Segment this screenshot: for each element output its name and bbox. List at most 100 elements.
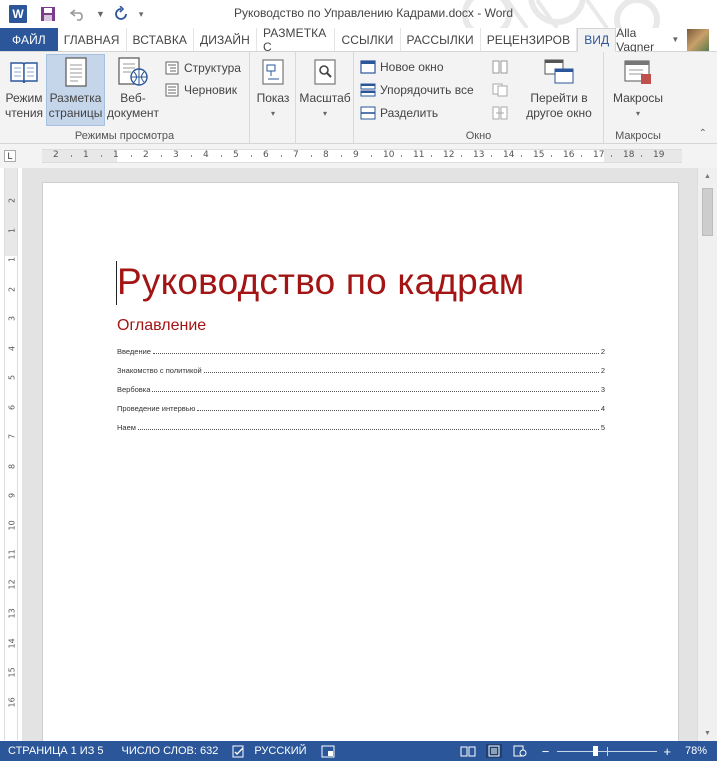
user-account[interactable]: Alla Vagner ▼ [616,26,717,54]
book-icon [7,55,41,89]
redo-icon[interactable] [109,3,133,25]
document-title[interactable]: Руководство по кадрам [117,261,524,303]
group-window: Новое окно Упорядочить все Разделить Пер… [354,52,604,144]
ruler-number: 1 [7,256,17,263]
outline-button[interactable]: Структура [164,58,241,78]
tab-layout[interactable]: РАЗМЕТКА С [257,26,336,54]
zoom-slider[interactable] [557,744,658,758]
word-app-icon[interactable]: W [6,3,30,25]
toc-entry-page: 2 [600,347,605,356]
ruler-number: 11 [7,549,17,560]
tab-mailings[interactable]: РАССЫЛКИ [401,28,481,51]
ruler-number: 12 [7,578,17,589]
macros-icon [621,55,655,89]
sync-scrolling-button[interactable] [492,80,512,100]
ruler-number: 5 [233,150,239,160]
ruler-number: 2 [143,150,149,160]
show-button[interactable]: Показ ▾ [255,55,291,121]
document-page[interactable]: Руководство по кадрам Оглавление Введени… [42,182,679,741]
group-views: Режим чтения Разметка страницы Веб- доку… [0,52,250,144]
ruler-number: 2 [7,286,17,292]
toc-entry-text: Знакомство с политикой [117,366,202,375]
ruler-number: 14 [7,637,17,648]
toc-heading[interactable]: Оглавление [117,317,206,335]
ruler-number: 9 [353,150,359,160]
zoom-slider-knob[interactable] [593,746,599,756]
scroll-down-icon[interactable]: ▼ [698,725,717,741]
view-side-by-side-button[interactable] [492,57,512,77]
print-layout-button[interactable]: Разметка страницы [46,54,105,126]
tab-references[interactable]: ССЫЛКИ [335,28,401,51]
scroll-thumb[interactable] [702,188,713,236]
side-by-side-icon [492,59,508,75]
outline-label: Структура [184,61,241,75]
switch-windows-label-2: другое окно [526,106,592,120]
proofing-icon[interactable] [232,745,246,758]
avatar [687,28,709,51]
tab-review[interactable]: РЕЦЕНЗИРОВ [481,28,578,51]
ruler-number: 15 [533,150,545,160]
group-macros: Макросы ▾ Макросы [604,52,672,144]
ruler-number: 15 [7,667,17,678]
macro-record-icon[interactable] [321,745,335,758]
group-show: Показ ▾ [250,52,296,144]
collapse-ribbon-icon[interactable]: ⌃ [699,128,707,139]
arrange-all-button[interactable]: Упорядочить все [360,80,474,100]
horizontal-ruler[interactable]: 2 1 1 2 3 4 5 6 7 8 9 10 11 12 13 14 15 16 17 18 19 [42,149,682,163]
ruler-number: 8 [323,150,329,160]
vertical-ruler[interactable]: 2 1 1 2 3 4 5 6 7 8 9 10 11 12 13 14 15 16 [4,168,18,740]
ruler-number: 13 [7,608,17,619]
toc-entry[interactable]: Знакомство с политикой 2 [117,356,605,375]
split-label: Разделить [380,106,439,120]
scroll-up-icon[interactable]: ▲ [698,168,717,184]
tab-view[interactable]: ВИД [577,28,617,52]
toc-entry-page: 4 [600,404,605,413]
ruler-number: 1 [113,150,119,160]
tab-file[interactable]: ФАЙЛ [0,28,58,51]
tab-selector-icon[interactable]: L [4,150,16,162]
zoom-level[interactable]: 78% [685,745,707,757]
tab-insert[interactable]: ВСТАВКА [127,28,195,51]
vertical-scrollbar[interactable]: ▲ ▼ [697,168,717,741]
switch-windows-label-1: Перейти в [530,91,588,105]
toc-entry[interactable]: Наем 5 [117,413,605,432]
web-layout-button[interactable]: Веб- документ [107,55,159,121]
draft-button[interactable]: Черновик [164,80,237,100]
language[interactable]: РУССКИЙ [254,745,306,757]
word-count[interactable]: ЧИСЛО СЛОВ: 632 [122,745,219,757]
show-icon [256,55,290,89]
print-layout-view-icon[interactable] [485,744,502,758]
split-button[interactable]: Разделить [360,103,438,123]
toc-entry-text: Вербовка [117,385,151,394]
zoom-in-icon[interactable]: + [663,744,671,759]
toc-entry[interactable]: Проведение интервью 4 [117,394,605,413]
undo-icon[interactable] [66,3,90,25]
tab-home[interactable]: ГЛАВНАЯ [58,28,127,51]
toc-entry-text: Введение [117,347,151,356]
save-icon[interactable] [36,3,60,25]
web-layout-view-icon[interactable] [512,744,528,758]
ruler-number: 10 [383,150,395,160]
zoom-button[interactable]: Масштаб ▾ [298,55,352,121]
page-count[interactable]: СТРАНИЦА 1 ИЗ 5 [8,745,104,757]
toc-entry[interactable]: Вербовка 3 [117,375,605,394]
customize-qat-icon[interactable]: ▾ [139,9,144,20]
toc-entry[interactable]: Введение 2 [117,337,605,356]
reset-window-position-button[interactable] [492,103,512,123]
undo-dropdown-icon[interactable]: ▼ [96,9,105,19]
read-mode-view-icon[interactable] [460,744,476,758]
tab-design[interactable]: ДИЗАЙН [194,28,257,51]
arrange-all-icon [360,82,376,98]
web-layout-label-2: документ [107,106,159,120]
ruler-number: 17 [593,150,605,160]
zoom-out-icon[interactable]: − [542,744,550,759]
magnifier-icon [308,55,342,89]
title-bar: W ▼ ▾ Руководство по Управлению Кадрами.… [0,0,717,28]
ruler-number: 1 [83,150,89,160]
new-window-button[interactable]: Новое окно [360,57,444,77]
switch-windows-button[interactable]: Перейти в другое окно [518,55,600,121]
read-mode-button[interactable]: Режим чтения [3,55,45,121]
macros-button[interactable]: Макросы ▾ [606,55,670,121]
ruler-number: 9 [7,492,17,499]
toc-entry-text: Наем [117,423,136,432]
